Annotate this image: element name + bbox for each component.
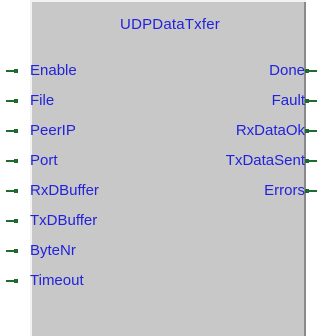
input-label-bytenr: ByteNr bbox=[30, 242, 76, 259]
output-connector-icon[interactable] bbox=[305, 151, 323, 171]
output-pin-errors[interactable]: Errors bbox=[264, 181, 323, 201]
output-label-rxdataok: RxDataOk bbox=[235, 122, 305, 139]
input-pin-bytenr[interactable]: ByteNr bbox=[0, 241, 76, 261]
input-pin-port[interactable]: Port bbox=[0, 151, 58, 171]
input-label-enable: Enable bbox=[30, 62, 77, 79]
input-connector-icon[interactable] bbox=[0, 271, 30, 291]
input-label-rxdbuffer: RxDBuffer bbox=[30, 182, 99, 199]
output-pin-txdatasent[interactable]: TxDataSent bbox=[226, 151, 323, 171]
output-connector-icon[interactable] bbox=[305, 61, 323, 81]
input-label-txdbuffer: TxDBuffer bbox=[30, 212, 98, 229]
output-pin-fault[interactable]: Fault bbox=[272, 91, 323, 111]
output-pin-rxdataok[interactable]: RxDataOk bbox=[236, 121, 323, 141]
input-connector-icon[interactable] bbox=[0, 121, 30, 141]
output-connector-icon[interactable] bbox=[305, 91, 323, 111]
input-label-port: Port bbox=[30, 152, 58, 169]
input-connector-icon[interactable] bbox=[0, 151, 30, 171]
output-connector-icon[interactable] bbox=[305, 121, 323, 141]
input-connector-icon[interactable] bbox=[0, 211, 30, 231]
block-title: UDPDataTxfer bbox=[120, 16, 220, 33]
output-label-done: Done bbox=[269, 62, 305, 79]
input-connector-icon[interactable] bbox=[0, 181, 30, 201]
input-pin-rxdbuffer[interactable]: RxDBuffer bbox=[0, 181, 99, 201]
output-pin-done[interactable]: Done bbox=[269, 61, 323, 81]
input-pin-txdbuffer[interactable]: TxDBuffer bbox=[0, 211, 97, 231]
input-connector-icon[interactable] bbox=[0, 91, 30, 111]
input-pin-file[interactable]: File bbox=[0, 91, 54, 111]
output-label-errors: Errors bbox=[264, 182, 305, 199]
input-label-timeout: Timeout bbox=[30, 272, 84, 289]
input-pin-enable[interactable]: Enable bbox=[0, 61, 77, 81]
output-label-txdatasent: TxDataSent bbox=[225, 152, 305, 169]
input-connector-icon[interactable] bbox=[0, 61, 30, 81]
output-label-fault: Fault bbox=[271, 92, 305, 109]
output-connector-icon[interactable] bbox=[305, 181, 323, 201]
function-block-canvas: UDPDataTxfer Enable File PeerIP Port RxD… bbox=[0, 0, 323, 336]
input-connector-icon[interactable] bbox=[0, 241, 30, 261]
input-pin-timeout[interactable]: Timeout bbox=[0, 271, 84, 291]
input-label-file: File bbox=[30, 92, 55, 109]
input-label-peerip: PeerIP bbox=[30, 122, 76, 139]
input-pin-peerip[interactable]: PeerIP bbox=[0, 121, 76, 141]
